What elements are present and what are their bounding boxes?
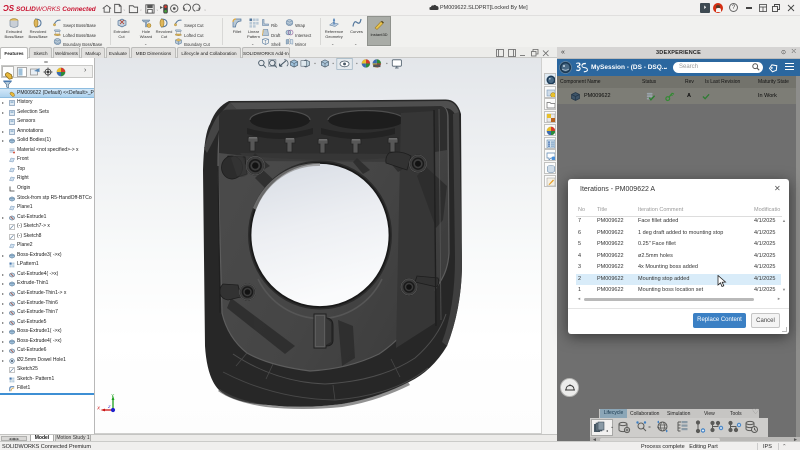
svg-text:Y: Y bbox=[111, 393, 115, 398]
svg-text:Z: Z bbox=[107, 404, 111, 409]
svg-text:⌄: ⌄ bbox=[156, 7, 159, 11]
svg-text:⌄: ⌄ bbox=[204, 7, 207, 11]
svg-text:X: X bbox=[97, 406, 101, 411]
svg-text:⌄: ⌄ bbox=[139, 7, 142, 11]
svg-text:⌄: ⌄ bbox=[123, 7, 126, 11]
